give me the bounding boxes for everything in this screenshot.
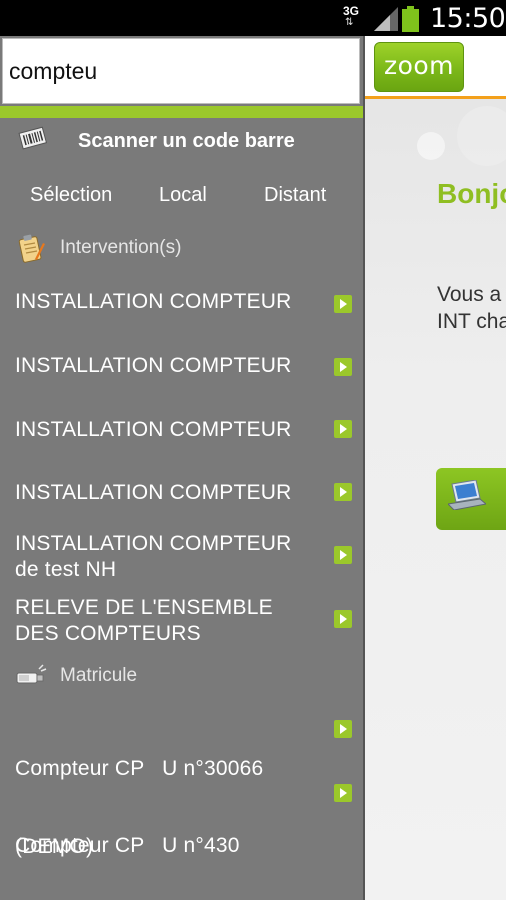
item-title: INSTALLATION COMPTEUR xyxy=(15,290,292,313)
scan-barcode-button[interactable]: Scanner un code barre xyxy=(0,120,363,162)
navigation-drawer: Scanner un code barre Sélection Local Di… xyxy=(0,36,363,900)
search-divider xyxy=(0,106,363,118)
network-type: 3G xyxy=(343,4,360,18)
chevron-right-icon[interactable] xyxy=(334,358,352,376)
section-label: Matricule xyxy=(60,665,138,686)
section-matricule: Matricule xyxy=(0,659,363,695)
item-title: Compteur CP U n°430 xyxy=(15,834,240,857)
list-item[interactable]: Compteur CP U n°430 xyxy=(0,778,363,857)
barcode-scanner-icon xyxy=(18,126,48,150)
item-title: INSTALLATION COMPTEUR xyxy=(15,532,292,555)
chevron-right-icon[interactable] xyxy=(334,483,352,501)
clock: 15:50 xyxy=(430,3,506,34)
item-subtitle: DES COMPTEURS xyxy=(15,622,201,645)
intro-line: INT cha xyxy=(437,310,506,333)
decorative-bubble xyxy=(457,106,506,166)
item-title: INSTALLATION COMPTEUR xyxy=(15,481,292,504)
search-input[interactable] xyxy=(3,39,359,103)
chevron-right-icon[interactable] xyxy=(334,720,352,738)
item-title: INSTALLATION COMPTEUR xyxy=(15,418,292,441)
main-header: zoom xyxy=(365,36,506,99)
section-label: Intervention(s) xyxy=(60,237,182,258)
clipboard-icon xyxy=(18,234,45,263)
tab-selection[interactable]: Sélection xyxy=(30,184,112,207)
action-button[interactable] xyxy=(436,468,506,530)
chevron-right-icon[interactable] xyxy=(334,784,352,802)
chevron-right-icon[interactable] xyxy=(334,546,352,564)
decorative-bubble xyxy=(417,132,445,160)
header-divider xyxy=(365,96,506,99)
drawer-edge xyxy=(363,36,365,900)
chevron-right-icon[interactable] xyxy=(334,420,352,438)
intro-line: Vous a xyxy=(437,283,502,306)
tab-distant[interactable]: Distant xyxy=(264,184,326,207)
scan-barcode-label: Scanner un code barre xyxy=(78,130,295,152)
section-interventions: Intervention(s) xyxy=(0,231,363,267)
list-item[interactable]: INSTALLATION COMPTEUR de test NH xyxy=(0,528,363,584)
list-item[interactable]: INSTALLATION COMPTEUR xyxy=(0,414,363,450)
list-item[interactable]: RELEVE DE L'ENSEMBLE DES COMPTEURS xyxy=(0,592,363,648)
battery-icon xyxy=(402,6,419,32)
laptop-icon xyxy=(448,480,486,510)
main-pane: zoom Bonjo Vous a INT cha xyxy=(365,36,506,900)
signal-icon xyxy=(374,7,398,31)
list-item[interactable]: INSTALLATION COMPTEUR xyxy=(0,286,363,322)
greeting-title: Bonjo xyxy=(437,178,506,209)
item-title: INSTALLATION COMPTEUR xyxy=(15,354,292,377)
list-item[interactable]: INSTALLATION COMPTEUR xyxy=(0,350,363,386)
chevron-right-icon[interactable] xyxy=(334,295,352,313)
meter-icon xyxy=(16,664,47,684)
status-bar: 3G ⇅ 15:50 xyxy=(0,0,506,36)
tab-local[interactable]: Local xyxy=(159,184,207,207)
intro-text: Vous a INT cha xyxy=(437,281,506,335)
zoom-button[interactable]: zoom xyxy=(374,42,464,92)
item-title: RELEVE DE L'ENSEMBLE xyxy=(15,596,273,619)
list-item[interactable]: Compteur CP U n°30066 (DEMO) xyxy=(0,701,363,858)
data-activity-icon: ⇅ xyxy=(345,17,354,28)
item-subtitle: de test NH xyxy=(15,558,117,581)
search-field-wrapper xyxy=(2,38,360,104)
chevron-right-icon[interactable] xyxy=(334,610,352,628)
list-item[interactable]: INSTALLATION COMPTEUR xyxy=(0,477,363,513)
source-tabs: Sélection Local Distant xyxy=(0,176,363,216)
